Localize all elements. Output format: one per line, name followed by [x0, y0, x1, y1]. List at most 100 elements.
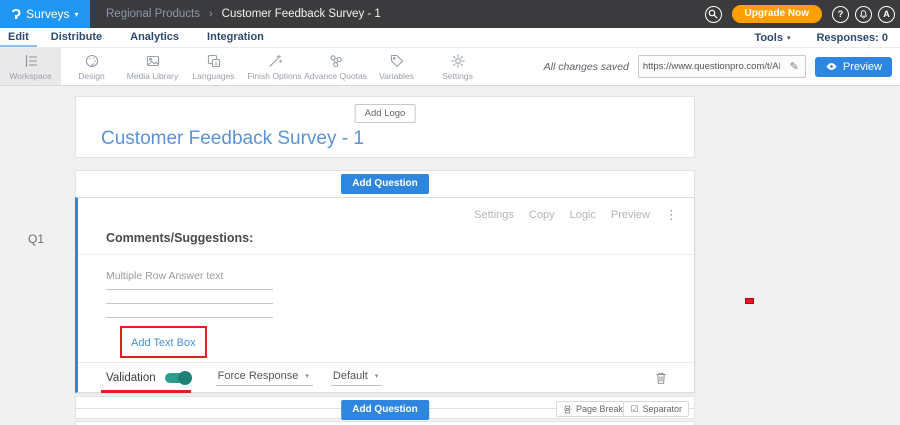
preview-button[interactable]: Preview [815, 57, 892, 77]
toolbar-label: Variables [379, 71, 414, 81]
add-question-button-bottom[interactable]: Add Question [341, 400, 429, 420]
nav-right: Tools ▾ Responses: 0 [754, 28, 900, 47]
magic-wand-icon [267, 53, 283, 69]
linked-nodes-icon [328, 53, 344, 69]
tools-menu[interactable]: Tools ▾ [754, 32, 790, 44]
add-logo-button[interactable]: Add Logo [355, 104, 416, 123]
page-break-button[interactable]: Page Break [556, 401, 630, 417]
checkbox-icon: ☑ [630, 405, 638, 414]
force-response-select[interactable]: Force Response ▾ [216, 370, 313, 386]
survey-nav-tabs: Edit Distribute Analytics Integration To… [0, 28, 900, 48]
next-section-card-edge [75, 421, 695, 425]
toggle-knob [178, 371, 192, 385]
bell-icon [858, 9, 869, 20]
toolbar-item-media-library[interactable]: Media Library [122, 48, 183, 85]
chevron-down-icon: ▾ [75, 10, 79, 19]
delete-question-button[interactable] [655, 371, 667, 385]
gear-icon [450, 53, 466, 69]
notifications-button[interactable] [855, 6, 872, 23]
page-break-icon [563, 405, 572, 414]
tools-label: Tools [754, 32, 783, 44]
question-preview-link[interactable]: Preview [611, 209, 650, 221]
add-question-strip-bottom: Add Question Page Break ☑ Separator [75, 396, 695, 419]
survey-url-input[interactable] [639, 61, 784, 72]
toolbar-item-variables[interactable]: Variables [366, 48, 427, 85]
breadcrumb-current: Customer Feedback Survey - 1 [222, 8, 381, 20]
survey-canvas: Q1 Add Logo Customer Feedback Survey - 1… [0, 86, 900, 425]
eye-icon [825, 62, 838, 71]
translate-icon: A [206, 53, 222, 69]
validation-label: Validation [106, 372, 156, 384]
add-text-box-link[interactable]: Add Text Box [131, 337, 196, 349]
survey-title[interactable]: Customer Feedback Survey - 1 [101, 128, 364, 150]
breadcrumb-separator-icon: › [209, 8, 213, 20]
add-question-button-top[interactable]: Add Question [341, 174, 429, 194]
validation-toggle[interactable] [165, 373, 190, 383]
topbar-actions: Upgrade Now ? A [705, 5, 900, 23]
questionpro-logo-icon: Ɂ [11, 7, 21, 22]
chevron-down-icon: ▾ [305, 372, 309, 380]
tab-distribute[interactable]: Distribute [37, 28, 116, 47]
question-card-q1: Settings Copy Logic Preview ⋮ Comments/S… [75, 197, 695, 393]
search-button[interactable] [705, 6, 722, 23]
image-icon [145, 53, 161, 69]
toolbar-item-languages[interactable]: A Languages [183, 48, 244, 85]
validation-red-underline-annotation [101, 390, 191, 393]
svg-text:A: A [214, 61, 218, 67]
toolbar-item-workspace[interactable]: Workspace [0, 48, 61, 85]
chevron-down-icon: ▾ [787, 34, 791, 42]
upgrade-now-button[interactable]: Upgrade Now [732, 5, 822, 23]
toolbar-item-settings[interactable]: Settings [427, 48, 488, 85]
tab-edit[interactable]: Edit [0, 28, 37, 47]
separator-label: Separator [642, 404, 682, 414]
toolbar-item-finish-options[interactable]: Finish Options [244, 48, 305, 85]
toolbar-item-advance-quotas[interactable]: Advance Quotas [305, 48, 366, 85]
editor-toolbar: Workspace Design Media Library A Languag… [0, 48, 900, 86]
app-name: Surveys [26, 7, 69, 21]
workspace-icon [23, 53, 39, 69]
question-menu: Settings Copy Logic Preview ⋮ [474, 207, 678, 223]
question-logic-link[interactable]: Logic [570, 209, 596, 221]
trash-icon [655, 371, 667, 385]
add-question-strip-top: Add Question [75, 170, 695, 197]
tab-integration[interactable]: Integration [193, 28, 278, 47]
red-dash-annotation [745, 298, 754, 304]
search-icon [708, 9, 718, 19]
chevron-down-icon: ▾ [375, 372, 379, 380]
toolbar-label: Languages [192, 71, 234, 81]
autosave-status: All changes saved [544, 61, 629, 73]
tag-icon [389, 53, 405, 69]
toolbar-label: Design [78, 71, 104, 81]
breadcrumb-folder[interactable]: Regional Products [106, 8, 200, 20]
question-text[interactable]: Comments/Suggestions: [106, 231, 253, 245]
responses-count[interactable]: Responses: 0 [816, 32, 888, 44]
palette-icon [84, 53, 100, 69]
help-button[interactable]: ? [832, 6, 849, 23]
answer-row-line [106, 289, 273, 290]
toolbar-label: Settings [442, 71, 473, 81]
edit-url-pencil-icon[interactable]: ✎ [784, 60, 805, 73]
top-bar: Ɂ Surveys ▾ Regional Products › Customer… [0, 0, 900, 28]
kebab-menu-icon[interactable]: ⋮ [665, 207, 678, 223]
toolbar-label: Finish Options [247, 71, 301, 81]
toolbar-label: Media Library [127, 71, 179, 81]
answer-placeholder[interactable]: Multiple Row Answer text [106, 270, 223, 282]
answer-row-line [106, 317, 273, 318]
add-text-box-highlight: Add Text Box [120, 326, 207, 358]
toolbar-label: Workspace [9, 71, 51, 81]
survey-header-card: Add Logo Customer Feedback Survey - 1 [75, 96, 695, 158]
separator-button[interactable]: ☑ Separator [623, 401, 689, 417]
tab-analytics[interactable]: Analytics [116, 28, 193, 47]
toolbar-label: Advance Quotas [304, 71, 367, 81]
question-copy-link[interactable]: Copy [529, 209, 555, 221]
validation-type-value: Default [333, 370, 368, 382]
force-response-value: Force Response [218, 370, 299, 382]
avatar[interactable]: A [878, 6, 895, 23]
breadcrumb: Regional Products › Customer Feedback Su… [106, 8, 381, 20]
answer-row-line [106, 303, 273, 304]
question-settings-link[interactable]: Settings [474, 209, 514, 221]
page-break-label: Page Break [576, 404, 623, 414]
toolbar-item-design[interactable]: Design [61, 48, 122, 85]
validation-type-select[interactable]: Default ▾ [331, 370, 382, 386]
surveys-app-switcher[interactable]: Ɂ Surveys ▾ [0, 0, 90, 28]
